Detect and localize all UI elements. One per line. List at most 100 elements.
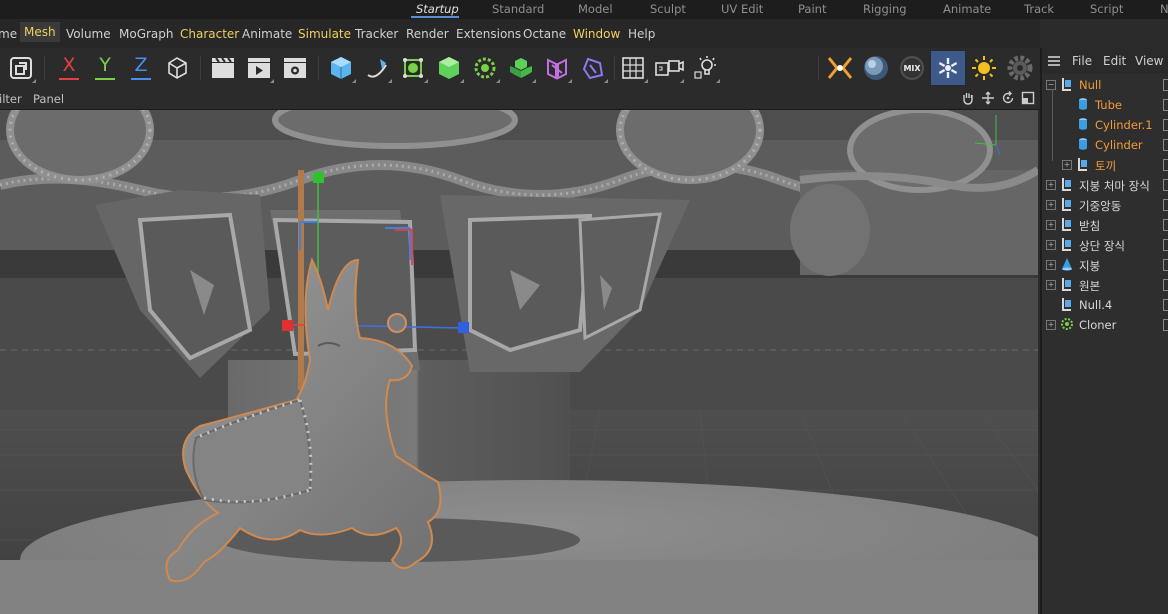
om-row-1[interactable]: Tube [1042,95,1168,115]
move-view-icon[interactable] [981,91,995,105]
model-mode-icon[interactable] [4,51,38,85]
om-menu-file[interactable]: File [1072,54,1092,68]
menu-mesh[interactable]: Mesh [20,22,60,42]
om-row-7[interactable]: + 받침 [1042,215,1168,235]
maximize-view-icon[interactable] [1021,91,1035,105]
cylinder-icon [1076,117,1090,131]
layout-tab-rigging[interactable]: Rigging [863,2,907,16]
om-row-11[interactable]: Null.4 [1042,295,1168,315]
edit-visibility-icon[interactable] [1163,119,1168,131]
menu-volume[interactable]: Volume [66,27,111,41]
om-row-5[interactable]: + 지붕 처마 장식 [1042,175,1168,195]
3d-viewport[interactable] [0,110,1038,614]
rotate-view-icon[interactable] [1001,91,1015,105]
cube-icon[interactable] [324,51,358,85]
om-row-10[interactable]: + 원본 [1042,275,1168,295]
edit-visibility-icon[interactable] [1163,179,1168,191]
om-menu-view[interactable]: View [1135,54,1163,68]
om-row-9[interactable]: + 지붕 [1042,255,1168,275]
om-row-0[interactable]: − Null [1042,75,1168,95]
octane-sun-icon[interactable] [967,51,1001,85]
z-axis-icon[interactable]: Z [124,51,158,85]
om-row-8[interactable]: + 상단 장식 [1042,235,1168,255]
expand-toggle-icon[interactable]: + [1046,280,1056,290]
om-menu-edit[interactable]: Edit [1103,54,1126,68]
layout-tab-script[interactable]: Script [1090,2,1123,16]
layout-tab-startup[interactable]: Startup [416,2,459,16]
edit-visibility-icon[interactable] [1163,299,1168,311]
mograph-icon[interactable] [504,51,538,85]
spline-pen-icon[interactable] [360,51,394,85]
object-name: 지붕 처마 장식 [1079,179,1150,193]
octane-gear-icon[interactable] [1003,51,1037,85]
render-view-icon[interactable] [206,51,240,85]
layout-tab-paint[interactable]: Paint [798,2,826,16]
expand-toggle-icon[interactable]: + [1046,200,1056,210]
deformer-icon[interactable] [540,51,574,85]
menu-mograph[interactable]: MoGraph [119,27,174,41]
layout-tab-uv-edit[interactable]: UV Edit [721,2,763,16]
null-icon [1060,77,1074,91]
edit-visibility-icon[interactable] [1163,219,1168,231]
menu-simulate[interactable]: Simulate [298,27,351,41]
viewport-menu-filter[interactable]: ilter [0,92,22,106]
om-row-4[interactable]: + 토끼 [1042,155,1168,175]
octane-kernel-icon[interactable] [823,51,857,85]
cloner-icon[interactable] [468,51,502,85]
menu-help[interactable]: Help [628,27,655,41]
edit-visibility-icon[interactable] [1163,99,1168,111]
octane-mix-icon[interactable]: MIX [895,51,929,85]
hex-icon[interactable] [576,51,610,85]
menu-octane[interactable]: Octane [523,27,566,41]
edit-visibility-icon[interactable] [1163,139,1168,151]
menu-character[interactable]: Character [180,27,239,41]
menu-extensions[interactable]: Extensions [456,27,521,41]
expand-toggle-icon[interactable]: − [1046,80,1056,90]
expand-toggle-icon[interactable]: + [1062,160,1072,170]
menu-tracker[interactable]: Tracker [355,27,398,41]
x-axis-icon[interactable]: X [52,51,86,85]
edit-visibility-icon[interactable] [1163,239,1168,251]
subdivision-surface-icon[interactable] [396,51,430,85]
edit-visibility-icon[interactable] [1163,199,1168,211]
layout-tab-standard[interactable]: Standard [492,2,544,16]
layout-tab-model[interactable]: Model [578,2,613,16]
expand-toggle-icon[interactable]: + [1046,240,1056,250]
layout-tab-track[interactable]: Track [1024,2,1054,16]
viewport-menu-panel[interactable]: Panel [33,92,64,106]
om-row-6[interactable]: + 기중앙동 [1042,195,1168,215]
tree-guide-line [1052,89,1053,161]
menu-home[interactable]: me [0,27,17,41]
y-axis-icon[interactable]: Y [88,51,122,85]
coordinate-system-icon[interactable] [160,51,194,85]
edit-visibility-icon[interactable] [1163,279,1168,291]
light-icon[interactable] [688,51,722,85]
layout-tab-sculpt[interactable]: Sculpt [650,2,686,16]
edit-visibility-icon[interactable] [1163,79,1168,91]
hamburger-menu-icon[interactable] [1047,55,1061,67]
expand-toggle-icon[interactable]: + [1046,320,1056,330]
render-settings-icon[interactable] [278,51,312,85]
viewport-scene [0,110,1038,614]
pan-hand-icon[interactable] [961,91,975,105]
extrude-icon[interactable] [432,51,466,85]
edit-visibility-icon[interactable] [1163,259,1168,271]
om-row-12[interactable]: + Cloner [1042,315,1168,335]
om-row-3[interactable]: Cylinder [1042,135,1168,155]
octane-settings-icon[interactable] [931,51,965,85]
expand-toggle-icon[interactable]: + [1046,180,1056,190]
om-row-2[interactable]: Cylinder.1 [1042,115,1168,135]
menu-animate[interactable]: Animate [242,27,292,41]
expand-toggle-icon[interactable]: + [1046,220,1056,230]
render-picture-viewer-icon[interactable] [242,51,276,85]
edit-visibility-icon[interactable] [1163,159,1168,171]
floor-icon[interactable] [616,51,650,85]
expand-toggle-icon[interactable]: + [1046,260,1056,270]
camera-icon[interactable] [652,51,686,85]
edit-visibility-icon[interactable] [1163,319,1168,331]
layout-tab-animate[interactable]: Animate [943,2,991,16]
menu-window[interactable]: Window [573,27,620,41]
octane-material-icon[interactable] [859,51,893,85]
menu-render[interactable]: Render [406,27,449,41]
layout-tab-more[interactable]: N [1160,2,1168,16]
